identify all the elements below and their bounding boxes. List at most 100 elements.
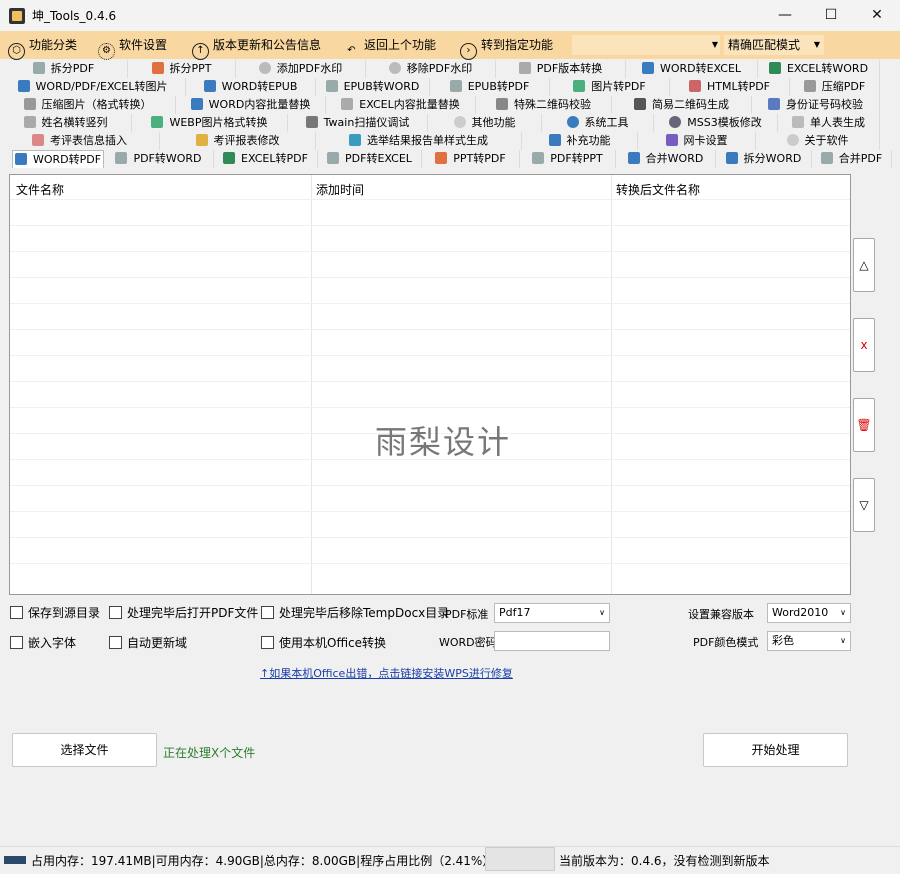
tab-epub-to-pdf[interactable]: EPUB转PDF [430,78,550,96]
tab-supplementary-functions[interactable]: 补充功能 [522,132,638,150]
tab-epub-to-word[interactable]: EPUB转WORD [316,78,430,96]
column-header-converted-name[interactable]: 转换后文件名称 [616,181,700,198]
function-tabs: 拆分PDF 拆分PPT 添加PDF水印 移除PDF水印 PDF版本转换 WORD… [0,60,900,170]
edit-icon [195,134,208,146]
tab-election-report-style[interactable]: 选举结果报告单样式生成 [316,132,522,150]
embed-fonts-checkbox[interactable]: 嵌入字体 [10,635,76,651]
tab-merge-word[interactable]: 合并WORD [616,150,716,168]
tab-pdf-to-ppt[interactable]: PDF转PPT [520,150,616,168]
save-to-source-checkbox[interactable]: 保存到源目录 [10,605,100,621]
info-icon [786,134,799,146]
compat-version-select[interactable]: Word2010 ∨ [767,603,851,623]
maximize-button[interactable]: ☐ [808,0,854,31]
column-header-file-name[interactable]: 文件名称 [16,181,64,198]
ppt-icon [151,62,164,74]
row-divider [10,381,850,382]
tab-compress-pdf[interactable]: 压缩PDF [790,78,880,96]
tab-about-software[interactable]: 关于软件 [756,132,880,150]
tab-word-to-pdf[interactable]: WORD转PDF [12,150,104,168]
return-previous-button[interactable]: ↶ 返回上个功能 [343,35,436,56]
tab-pdf-version-convert[interactable]: PDF版本转换 [496,60,626,78]
word-password-input[interactable] [494,631,610,651]
tab-ppt-to-pdf[interactable]: PPT转PDF [422,150,520,168]
tab-compress-image[interactable]: 压缩图片（格式转换） [0,96,176,114]
move-up-button[interactable]: △ [853,238,875,292]
tab-image-to-pdf[interactable]: 图片转PDF [550,78,670,96]
tab-pdf-to-word[interactable]: PDF转WORD [104,150,214,168]
function-category-button[interactable]: ⬡ 功能分类 [8,35,77,60]
document-icon [341,98,354,110]
row-divider [10,537,850,538]
tab-office-to-image[interactable]: WORD/PDF/EXCEL转图片 [0,78,186,96]
open-pdf-after-checkbox[interactable]: 处理完毕后打开PDF文件 [109,605,258,621]
tab-word-to-epub[interactable]: WORD转EPUB [186,78,316,96]
tab-add-pdf-watermark[interactable]: 添加PDF水印 [236,60,366,78]
pdf-standard-select[interactable]: Pdf17 ∨ [494,603,610,623]
qr-icon [496,98,508,110]
pdf-color-select[interactable]: 彩色 ∨ [767,631,851,651]
pdf-icon [327,152,340,164]
goto-function-input[interactable]: ▼ [572,35,720,55]
word-icon [627,152,640,164]
select-file-button[interactable]: 选择文件 [12,733,157,767]
start-processing-button[interactable]: 开始处理 [703,733,848,767]
remove-temp-after-checkbox[interactable]: 处理完毕后移除TempDocx目录 [261,605,449,621]
row-divider [10,485,850,486]
image-icon [151,116,164,128]
tab-split-word[interactable]: 拆分WORD [716,150,812,168]
word-icon [641,62,654,74]
auto-update-fields-checkbox[interactable]: 自动更新域 [109,635,187,651]
tab-name-horizontal-to-vertical[interactable]: 姓名横转竖列 [0,114,132,132]
tab-split-ppt[interactable]: 拆分PPT [128,60,236,78]
tab-simple-qr-generate[interactable]: 简易二维码生成 [612,96,752,114]
checkbox-box [10,606,23,619]
pdf-icon [820,152,833,164]
tab-excel-to-pdf[interactable]: EXCEL转PDF [214,150,318,168]
move-down-button[interactable]: ▽ [853,478,875,532]
minimize-button[interactable]: — [762,0,808,31]
gear-icon [566,116,579,128]
tab-excel-batch-replace[interactable]: EXCEL内容批量替换 [326,96,476,114]
row-divider [10,303,850,304]
checkbox-box [261,606,274,619]
tab-single-table-generate[interactable]: 单人表生成 [778,114,880,132]
pdf-icon [115,152,128,164]
tab-special-qr-verify[interactable]: 特殊二维码校验 [476,96,612,114]
tab-word-to-excel[interactable]: WORD转EXCEL [626,60,758,78]
close-button[interactable]: ✕ [854,0,900,31]
tab-system-tools[interactable]: 系统工具 [542,114,654,132]
goto-function-button[interactable]: › 转到指定功能 [460,35,553,60]
tab-html-to-pdf[interactable]: HTML转PDF [670,78,790,96]
pdf-icon [32,62,45,74]
tab-remove-pdf-watermark[interactable]: 移除PDF水印 [366,60,496,78]
tab-id-number-verify[interactable]: 身份证号码校验 [752,96,880,114]
trash-icon: 🗑 [856,418,872,432]
tab-network-card-settings[interactable]: 网卡设置 [638,132,756,150]
software-settings-button[interactable]: ⚙ 软件设置 [98,35,167,60]
tab-merge-pdf[interactable]: 合并PDF [812,150,892,168]
tab-excel-to-word[interactable]: EXCEL转WORD [758,60,880,78]
memory-icon [4,856,26,864]
version-info: 当前版本为：0.4.6，没有检测到新版本 [559,854,770,868]
tab-twain-scanner-debug[interactable]: Twain扫描仪调试 [288,114,428,132]
tab-other-functions[interactable]: 其他功能 [428,114,542,132]
remove-item-button[interactable]: x [853,318,875,372]
use-local-office-checkbox[interactable]: 使用本机Office转换 [261,635,386,651]
install-wps-link[interactable]: ↑如果本机Office出错，点击链接安装WPS进行修复 [260,665,513,681]
tab-webp-convert[interactable]: WEBP图片格式转换 [132,114,288,132]
app-icon [9,8,25,24]
tab-evaluation-info-insert[interactable]: 考评表信息插入 [0,132,160,150]
tab-evaluation-report-edit[interactable]: 考评报表修改 [160,132,316,150]
tab-word-batch-replace[interactable]: WORD内容批量替换 [176,96,326,114]
tab-split-pdf[interactable]: 拆分PDF [0,60,128,78]
tab-pdf-to-excel[interactable]: PDF转EXCEL [318,150,422,168]
match-mode-select[interactable]: 精确匹配模式 ▼ [724,35,824,55]
tab-mss3-template-edit[interactable]: MSS3模板修改 [654,114,778,132]
version-update-button[interactable]: ↑ 版本更新和公告信息 [192,35,321,60]
epub-icon [325,80,338,92]
chevron-down-icon: ∨ [840,608,846,617]
column-header-add-time[interactable]: 添加时间 [316,181,364,198]
file-list[interactable]: 文件名称 添加时间 转换后文件名称 雨梨设计 [9,174,851,595]
checkbox-box [109,636,122,649]
clear-list-button[interactable]: 🗑 [853,398,875,452]
